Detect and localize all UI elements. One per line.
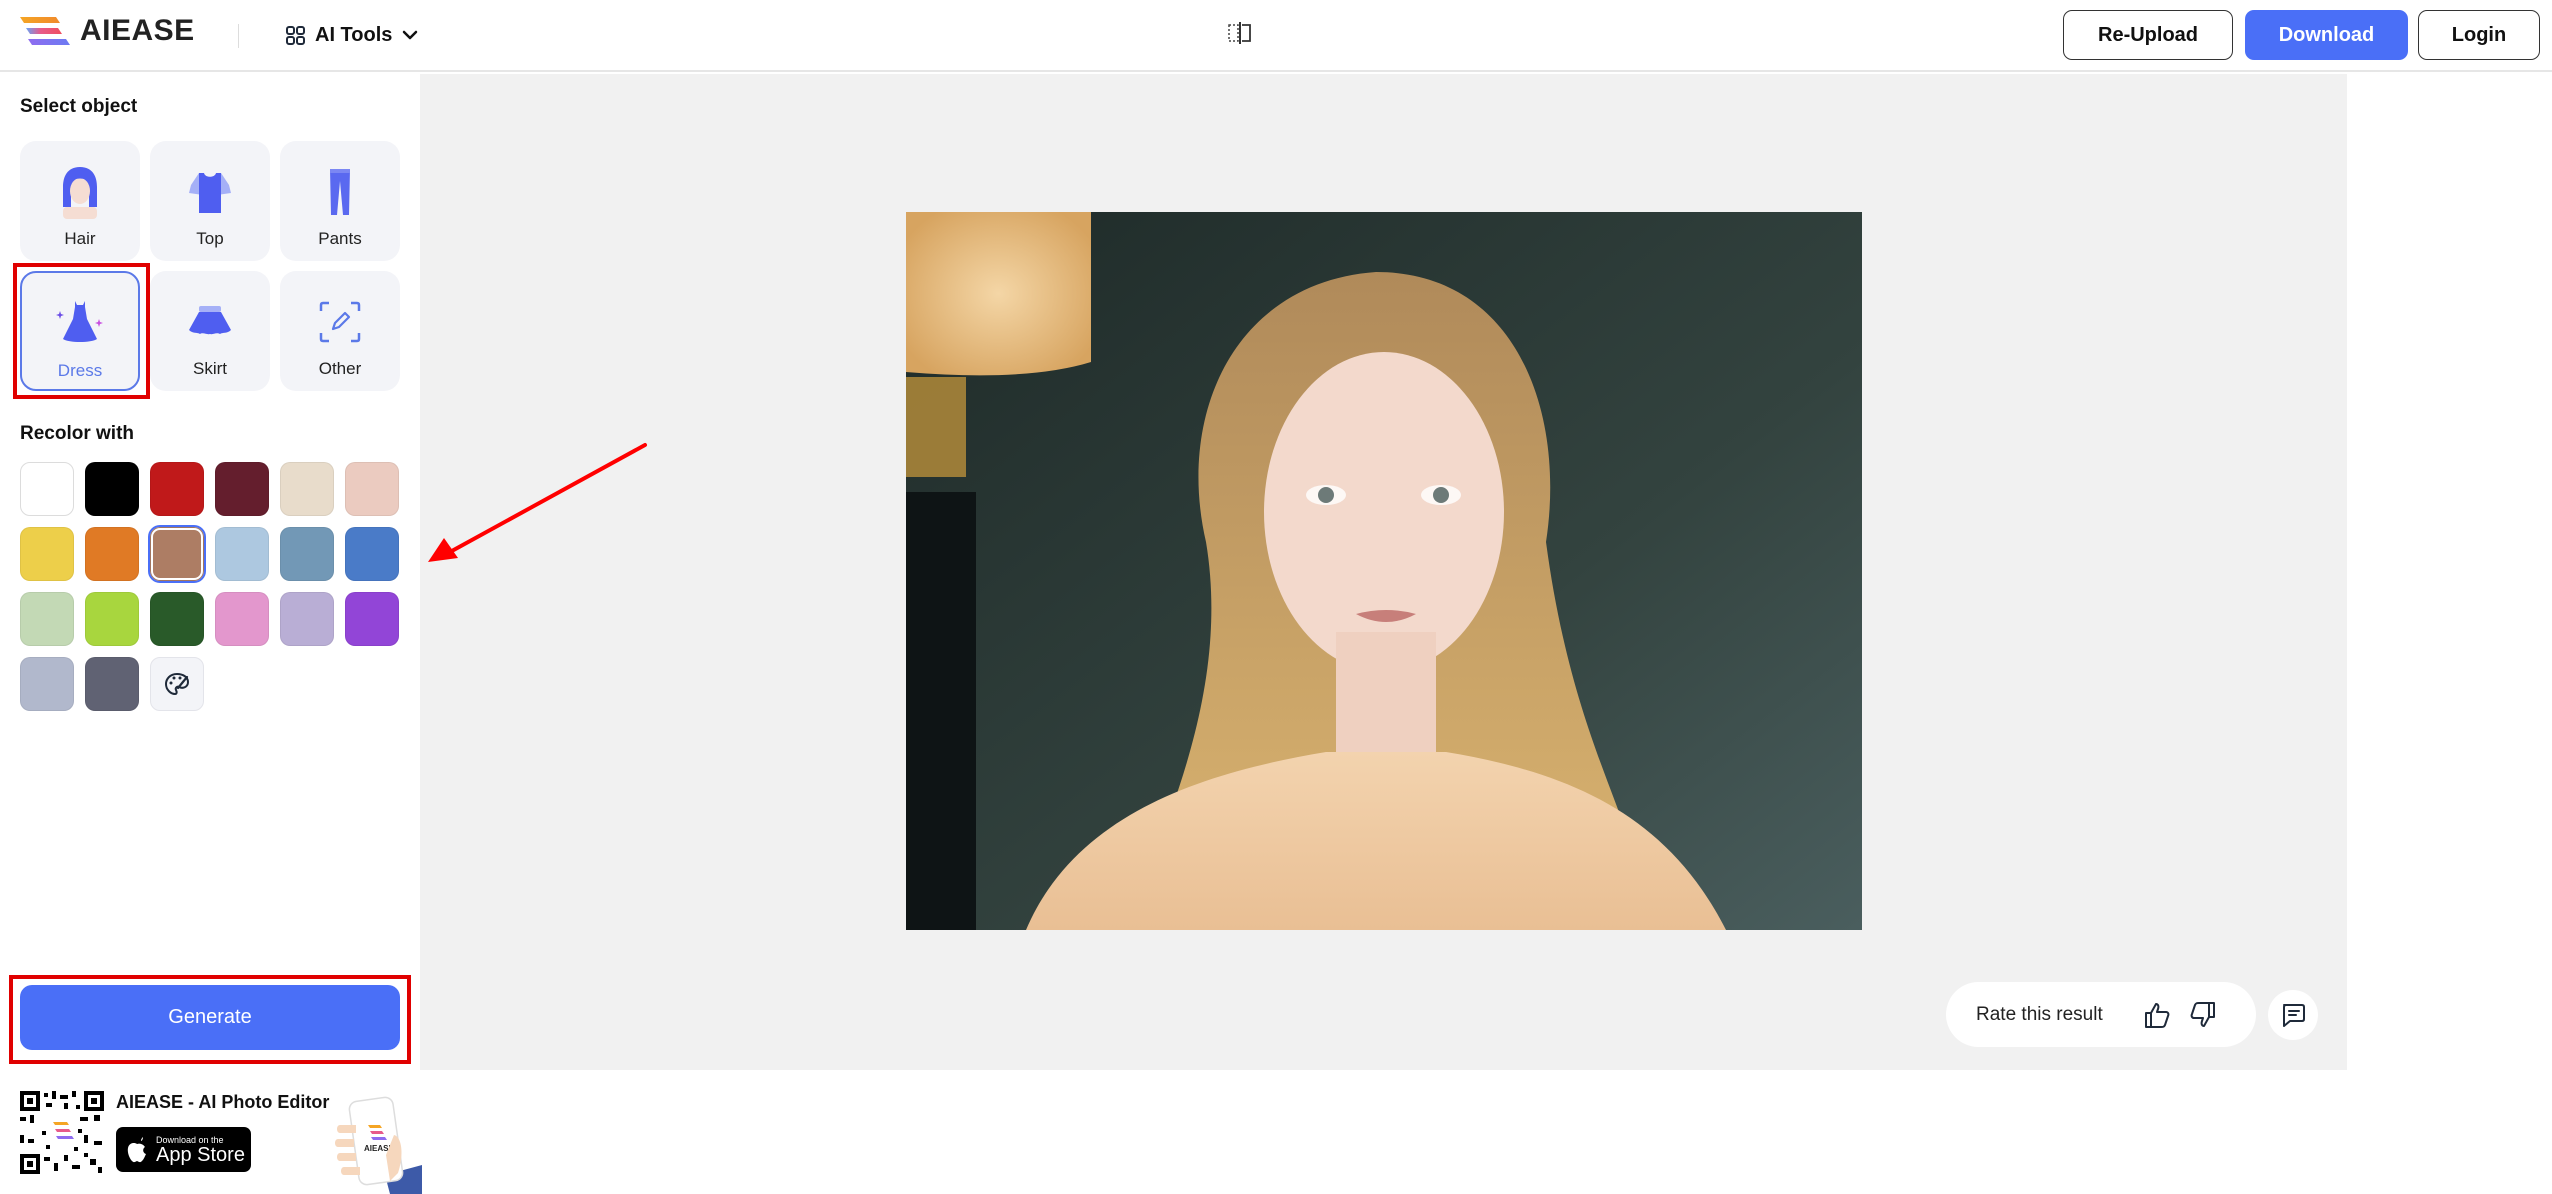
color-swatch[interactable] <box>345 462 399 516</box>
color-swatch[interactable] <box>215 462 269 516</box>
rate-result-bar: Rate this result <box>1946 982 2256 1047</box>
object-label: Skirt <box>193 359 227 378</box>
object-tile-dress[interactable]: Dress <box>20 271 140 391</box>
object-label: Other <box>318 359 362 378</box>
color-swatch[interactable] <box>85 657 139 711</box>
object-label: Pants <box>318 229 362 248</box>
color-swatch[interactable] <box>148 525 206 583</box>
qr-code <box>20 1091 104 1174</box>
object-tile-other[interactable]: Other <box>280 271 400 391</box>
hair-icon <box>63 167 97 219</box>
header-divider <box>238 24 239 48</box>
promo-title: AIEASE - AI Photo Editor <box>116 1092 330 1112</box>
app-store-badge[interactable]: Download on the App Store <box>116 1127 251 1172</box>
skirt-icon <box>189 306 231 335</box>
select-object-title: Select object <box>20 96 138 117</box>
dress-icon <box>56 301 103 342</box>
login-button[interactable]: Login <box>2418 10 2540 60</box>
generate-button[interactable]: Generate <box>20 985 400 1050</box>
recolor-title: Recolor with <box>20 423 135 444</box>
custom-color-button[interactable] <box>150 657 204 711</box>
thumbs-down-icon[interactable] <box>2188 1000 2218 1030</box>
color-swatch[interactable] <box>85 462 139 516</box>
result-photo <box>906 212 1862 930</box>
object-tile-skirt[interactable]: Skirt <box>150 271 270 391</box>
annotation-arrow <box>428 443 647 562</box>
phone-in-hand-illustration: AIEASE <box>335 1096 422 1194</box>
left-sidebar: Select object Hair Top Pants Dress Skirt… <box>0 74 420 1074</box>
color-swatch[interactable] <box>215 592 269 646</box>
chat-feedback-icon <box>2283 1004 2305 1027</box>
color-swatch[interactable] <box>345 592 399 646</box>
chevron-down-icon <box>403 30 418 40</box>
thumbs-up-icon[interactable] <box>2142 1000 2172 1030</box>
color-swatch[interactable] <box>280 527 334 581</box>
aiease-logo-icon <box>20 17 70 45</box>
color-swatch[interactable] <box>20 462 74 516</box>
appstore-small-text: Download on the <box>156 1134 224 1145</box>
pants-icon <box>330 169 350 215</box>
apple-icon <box>127 1136 146 1162</box>
ai-tools-label: AI Tools <box>315 23 393 46</box>
download-button[interactable]: Download <box>2245 10 2408 60</box>
edit-select-icon <box>319 301 361 343</box>
object-tile-pants[interactable]: Pants <box>280 141 400 261</box>
color-swatch[interactable] <box>150 462 204 516</box>
color-swatch[interactable] <box>20 592 74 646</box>
color-swatch[interactable] <box>20 657 74 711</box>
color-swatch[interactable] <box>345 527 399 581</box>
color-swatch[interactable] <box>215 527 269 581</box>
compare-split-icon[interactable] <box>1226 20 1254 46</box>
top-shirt-icon <box>189 173 231 213</box>
re-upload-button[interactable]: Re-Upload <box>2063 10 2233 60</box>
brand-name: AIEASE <box>80 14 195 47</box>
grid-icon <box>286 25 305 45</box>
object-label: Top <box>196 229 224 248</box>
object-tile-hair[interactable]: Hair <box>20 141 140 261</box>
color-swatch[interactable] <box>280 592 334 646</box>
color-swatch[interactable] <box>85 527 139 581</box>
color-swatch[interactable] <box>150 592 204 646</box>
color-swatch[interactable] <box>85 592 139 646</box>
object-label: Dress <box>57 361 103 380</box>
ai-tools-menu[interactable]: AI Tools <box>286 18 418 52</box>
top-header: AIEASE AI Tools Re-Upload Download Login <box>0 0 2552 72</box>
feedback-button[interactable] <box>2268 990 2318 1040</box>
appstore-big-text: App Store <box>156 1143 245 1166</box>
color-swatch[interactable] <box>20 527 74 581</box>
rate-result-label: Rate this result <box>1976 1003 2103 1025</box>
object-tile-top[interactable]: Top <box>150 141 270 261</box>
portrait-image <box>906 212 1862 930</box>
color-swatch[interactable] <box>280 462 334 516</box>
object-label: Hair <box>64 229 96 248</box>
palette-icon <box>164 672 190 696</box>
